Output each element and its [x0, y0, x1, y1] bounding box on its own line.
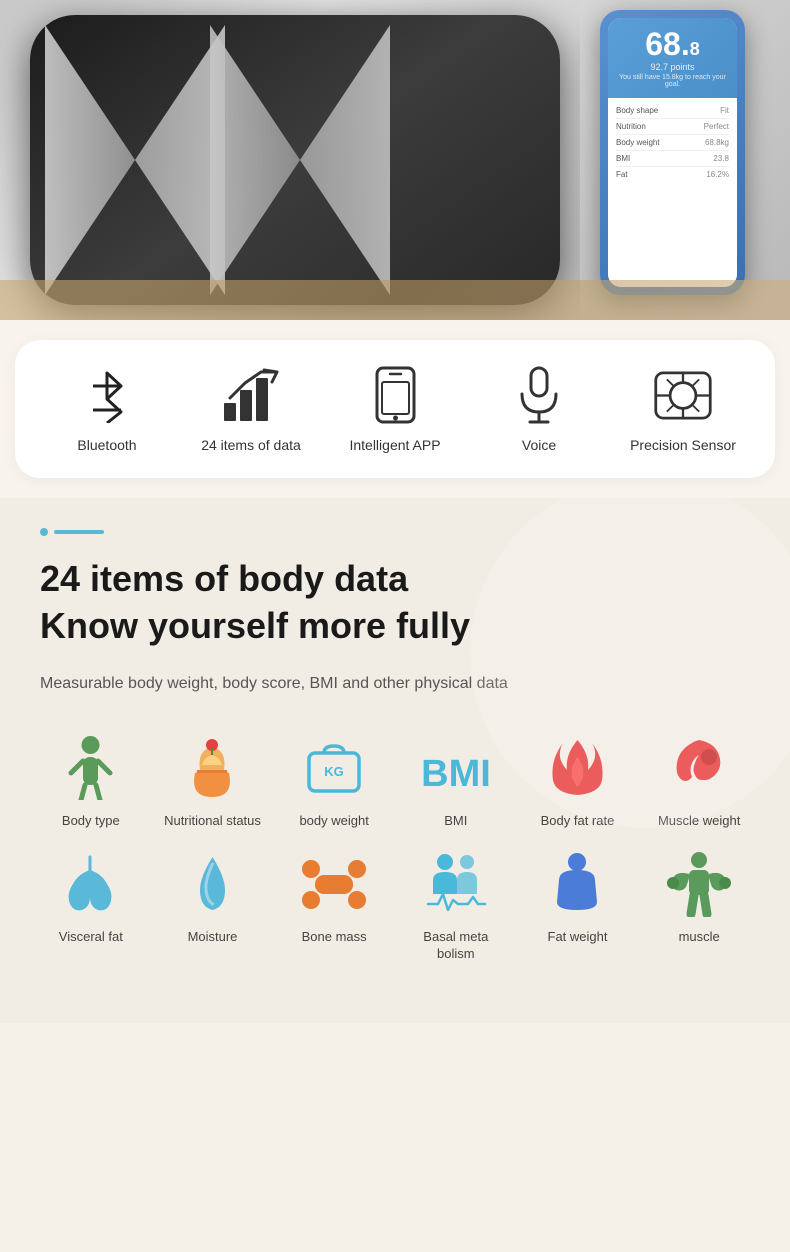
data-item-basal: Basal meta bolism: [405, 849, 507, 963]
feature-bluetooth: Bluetooth: [35, 365, 179, 453]
accent-line: [40, 528, 750, 536]
bluetooth-icon: [77, 365, 137, 425]
bmi-icon: BMI: [421, 733, 491, 803]
title-line1: 24 items of body data: [40, 558, 408, 599]
feature-voice-label: Voice: [522, 437, 556, 453]
chart-icon: [221, 365, 281, 425]
microphone-icon: [509, 365, 569, 425]
phone-row-1: Body shapeFit: [616, 103, 729, 119]
svg-text:KG: KG: [324, 764, 344, 779]
data-item-muscle-weight: Muscle weight: [648, 733, 750, 830]
feature-sensor-label: Precision Sensor: [630, 437, 736, 453]
data-item-muscle: muscle: [648, 849, 750, 963]
feature-data: 24 items of data: [179, 365, 323, 453]
feature-bluetooth-label: Bluetooth: [77, 437, 136, 453]
feature-data-label: 24 items of data: [201, 437, 301, 453]
phone-weight-display: 68.8: [616, 28, 729, 60]
accent-dash: [54, 530, 104, 534]
basal-icon: [421, 849, 491, 919]
body-weight-icon: KG: [299, 733, 369, 803]
bmi-label: BMI: [444, 813, 467, 830]
data-item-body-type: Body type: [40, 733, 142, 830]
phone-row-5: Fat16.2%: [616, 167, 729, 182]
muscle-weight-icon: [664, 733, 734, 803]
fat-weight-icon: [542, 849, 612, 919]
sensor-icon: [653, 365, 713, 425]
moisture-label: Moisture: [188, 929, 238, 946]
accent-dot: [40, 528, 48, 536]
feature-app-label: Intelligent APP: [349, 437, 440, 453]
data-item-visceral: Visceral fat: [40, 849, 142, 963]
data-item-fat-weight: Fat weight: [527, 849, 629, 963]
body-type-icon: [56, 733, 126, 803]
title-line2: Know yourself more fully: [40, 605, 470, 646]
data-item-bmi: BMI BMI: [405, 733, 507, 830]
basal-label: Basal meta bolism: [405, 929, 507, 963]
visceral-icon: [56, 849, 126, 919]
section-title: 24 items of body data Know yourself more…: [40, 556, 750, 650]
muscle-weight-label: Muscle weight: [658, 813, 740, 830]
body-weight-label: body weight: [299, 813, 368, 830]
phone-app-icon: [365, 365, 425, 425]
svg-text:BMI: BMI: [421, 753, 491, 795]
nutritional-icon: [177, 733, 247, 803]
phone-row-3: Body weight68.8kg: [616, 135, 729, 151]
feature-voice: Voice: [467, 365, 611, 453]
fat-weight-label: Fat weight: [548, 929, 608, 946]
fat-rate-icon: [542, 733, 612, 803]
features-container: Bluetooth 24 items of data: [15, 340, 775, 478]
bone-icon: [299, 849, 369, 919]
data-grid-row1: Body type Nutritional status: [40, 733, 750, 830]
data-item-bone: Bone mass: [283, 849, 385, 963]
visceral-label: Visceral fat: [59, 929, 123, 946]
bone-label: Bone mass: [302, 929, 367, 946]
features-bar: Bluetooth 24 items of data: [0, 320, 790, 498]
data-item-body-weight: KG body weight: [283, 733, 385, 830]
muscle-icon: [664, 849, 734, 919]
fat-rate-label: Body fat rate: [541, 813, 615, 830]
data-item-nutritional: Nutritional status: [162, 733, 264, 830]
body-type-label: Body type: [62, 813, 120, 830]
data-item-moisture: Moisture: [162, 849, 264, 963]
feature-app: Intelligent APP: [323, 365, 467, 453]
hero-section: 68.8 92.7 points You still have 15.8kg t…: [0, 0, 790, 320]
phone-row-4: BMI23.8: [616, 151, 729, 167]
data-item-fat-rate: Body fat rate: [527, 733, 629, 830]
feature-sensor: Precision Sensor: [611, 365, 755, 453]
muscle-label: muscle: [679, 929, 720, 946]
body-data-section: 24 items of body data Know yourself more…: [0, 498, 790, 1023]
phone-score-display: 92.7 points: [616, 62, 729, 72]
phone-row-2: NutritionPerfect: [616, 119, 729, 135]
data-grid-row2: Visceral fat Moisture: [40, 849, 750, 963]
moisture-icon: [177, 849, 247, 919]
phone-mockup: 68.8 92.7 points You still have 15.8kg t…: [600, 10, 745, 295]
nutritional-label: Nutritional status: [164, 813, 261, 830]
phone-message: You still have 15.8kg to reach your goal…: [616, 74, 729, 88]
section-subtitle: Measurable body weight, body score, BMI …: [40, 675, 750, 693]
